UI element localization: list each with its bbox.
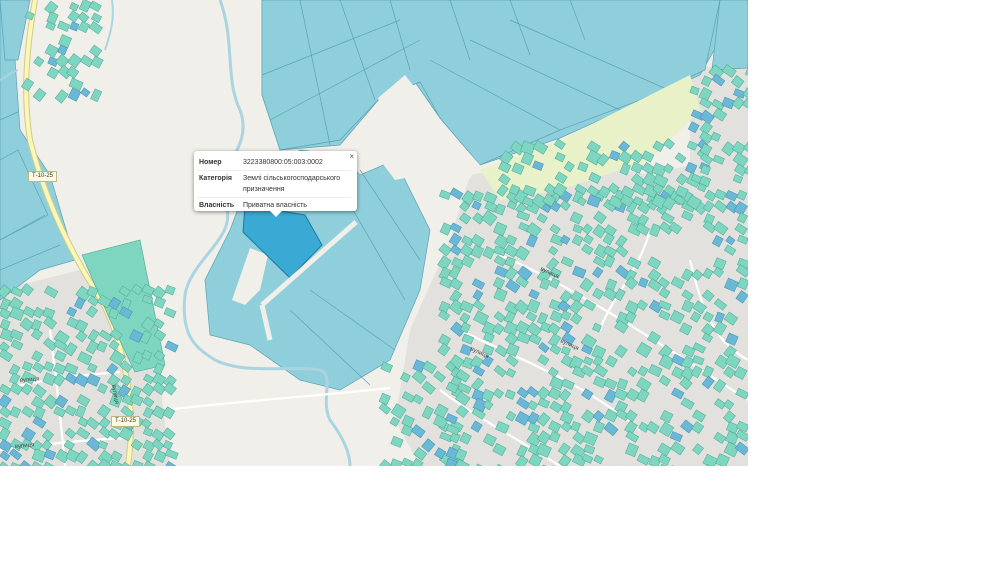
ownership-label: Власність (197, 197, 241, 213)
ownership-value: Приватна власність (241, 197, 351, 213)
table-row: Категорія Землі сільськогосподарського п… (197, 170, 351, 198)
map-layer[interactable]: вулиця вулиця вулиця вулиця вулиця вулиц… (0, 0, 748, 466)
parcel-info-table: Номер 3223380800:05:003:0002 Категорія З… (197, 155, 351, 213)
road-shield: Т-10-25 (28, 171, 58, 182)
category-value: Землі сільськогосподарського призначення (241, 170, 351, 198)
number-value: 3223380800:05:003:0002 (243, 159, 323, 166)
category-label: Категорія (197, 170, 241, 198)
popup-pointer (270, 211, 282, 217)
road-shield: Т-10-25 (111, 416, 141, 427)
table-row: Номер 3223380800:05:003:0002 (197, 155, 351, 171)
number-label: Номер (199, 159, 222, 166)
parcel-info-popup: × Номер 3223380800:05:003:0002 Категорія… (194, 151, 357, 217)
cadastral-map[interactable]: вулиця вулиця вулиця вулиця вулиця вулиц… (0, 0, 748, 466)
